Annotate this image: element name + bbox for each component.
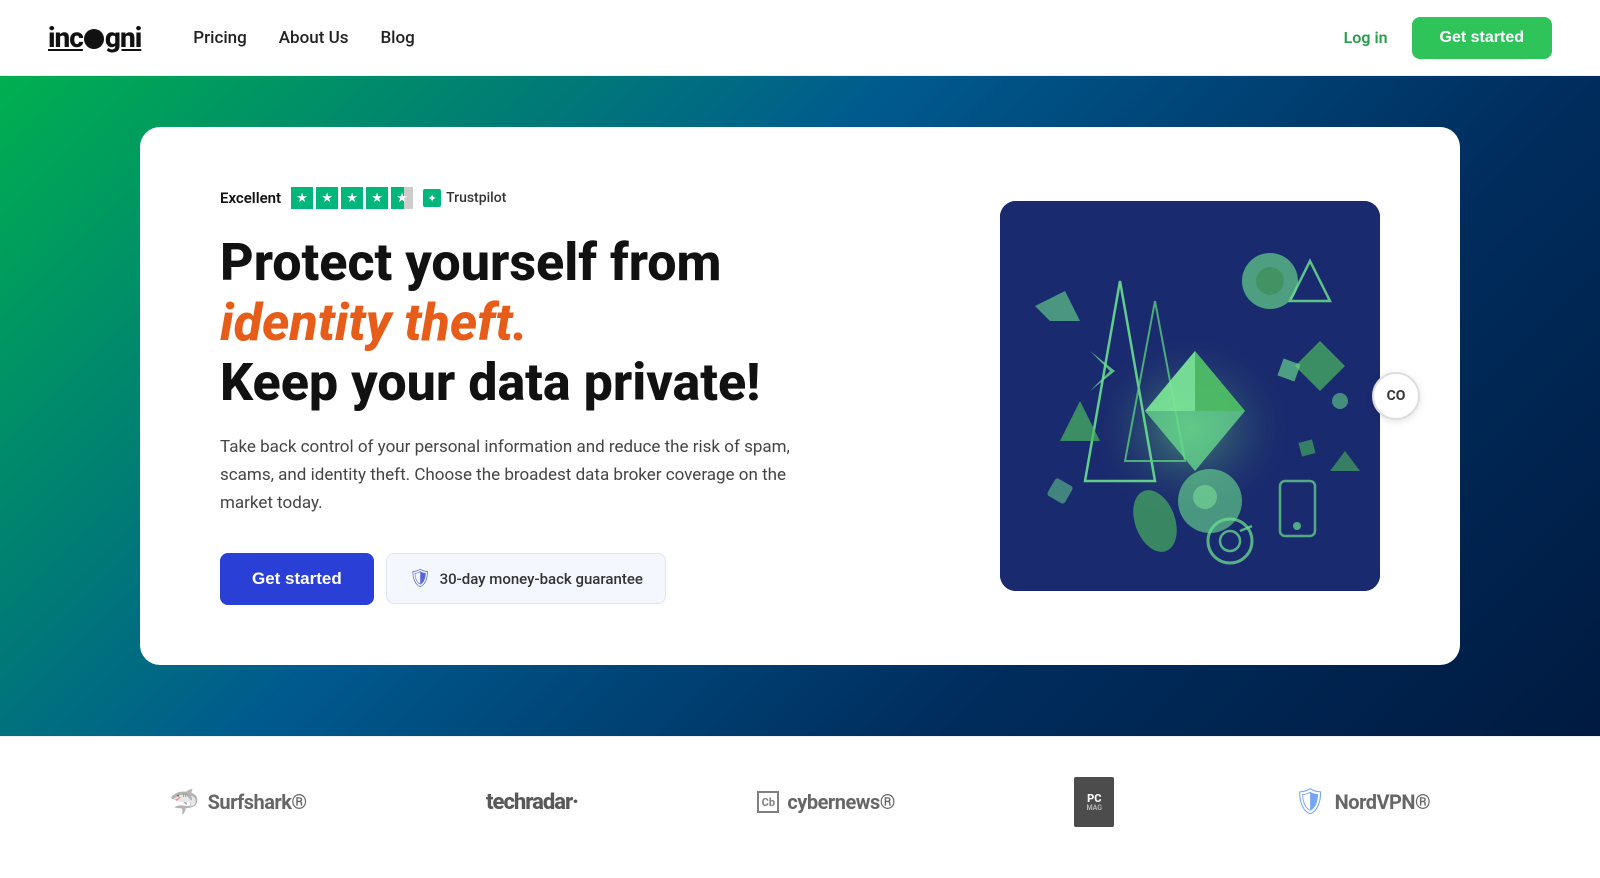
- hero-description: Take back control of your personal infor…: [220, 433, 800, 517]
- navbar: incgni Pricing About Us Blog Log in Get …: [0, 0, 1600, 76]
- nordvpn-icon: 🛡: [1294, 787, 1327, 817]
- trustpilot-logo: ✦ Trustpilot: [423, 189, 506, 207]
- hero-cta-row: Get started 🛡 30-day money-back guarante…: [220, 553, 880, 605]
- nav-pricing[interactable]: Pricing: [181, 22, 259, 54]
- trustpilot-brand-label: Trustpilot: [446, 190, 506, 206]
- star-1: ★: [291, 187, 313, 209]
- navbar-right: Log in Get started: [1344, 17, 1552, 59]
- trustpilot-icon: ✦: [423, 189, 441, 207]
- hero-card: Excellent ★ ★ ★ ★ ★ ✦ Trustpilot Protect…: [140, 127, 1460, 665]
- hero-title-part2: Keep your data private!: [220, 352, 760, 413]
- hero-title-highlight: identity theft.: [220, 292, 528, 353]
- hero-title: Protect yourself from identity theft. Ke…: [220, 233, 880, 412]
- star-2: ★: [316, 187, 338, 209]
- brand-nordvpn: 🛡 NordVPN®: [1294, 787, 1431, 817]
- surfshark-label: Surfshark®: [208, 790, 307, 814]
- trustpilot-stars: ★ ★ ★ ★ ★: [291, 187, 413, 209]
- brand-pcmag: PC MAG: [1074, 777, 1114, 827]
- nav-links: Pricing About Us Blog: [181, 22, 427, 54]
- pcmag-pc: PC: [1087, 793, 1101, 804]
- brand-cybernews: Cb cybernews®: [757, 790, 895, 814]
- trustpilot-row: Excellent ★ ★ ★ ★ ★ ✦ Trustpilot: [220, 187, 880, 209]
- brands-section: 🦈 Surfshark® techradar· Cb cybernews® PC…: [0, 736, 1600, 867]
- login-link[interactable]: Log in: [1344, 28, 1388, 47]
- scroll-indicator[interactable]: CO: [1372, 372, 1420, 420]
- hero-section: Excellent ★ ★ ★ ★ ★ ✦ Trustpilot Protect…: [0, 76, 1600, 736]
- hero-title-part1: Protect yourself from: [220, 232, 721, 293]
- hero-image-container: CO: [1000, 201, 1380, 591]
- hero-image-inner: [1000, 201, 1380, 591]
- surfshark-icon: 🦈: [170, 788, 200, 816]
- nav-blog[interactable]: Blog: [368, 22, 426, 54]
- money-back-badge: 🛡 30-day money-back guarantee: [386, 553, 666, 604]
- techradar-label: techradar·: [486, 790, 578, 815]
- nav-about[interactable]: About Us: [267, 22, 361, 54]
- logo[interactable]: incgni: [48, 21, 141, 54]
- star-5-half: ★: [391, 187, 413, 209]
- pcmag-badge: PC MAG: [1074, 777, 1114, 827]
- hero-shapes-svg: [1000, 201, 1380, 591]
- star-4: ★: [366, 187, 388, 209]
- hero-get-started-button[interactable]: Get started: [220, 553, 374, 605]
- trustpilot-excellent-label: Excellent: [220, 189, 281, 207]
- pcmag-mag: MAG: [1087, 804, 1103, 812]
- money-back-label: 30-day money-back guarantee: [440, 570, 643, 588]
- brand-techradar: techradar·: [486, 790, 578, 815]
- brand-surfshark: 🦈 Surfshark®: [170, 788, 307, 816]
- hero-content: Excellent ★ ★ ★ ★ ★ ✦ Trustpilot Protect…: [220, 187, 880, 605]
- navbar-left: incgni Pricing About Us Blog: [48, 21, 427, 54]
- cybernews-label: cybernews®: [787, 790, 895, 814]
- nordvpn-label: NordVPN®: [1335, 790, 1431, 814]
- nav-get-started-button[interactable]: Get started: [1412, 17, 1552, 59]
- star-3: ★: [341, 187, 363, 209]
- cybernews-icon: Cb: [757, 791, 779, 813]
- shield-icon: 🛡: [409, 568, 432, 589]
